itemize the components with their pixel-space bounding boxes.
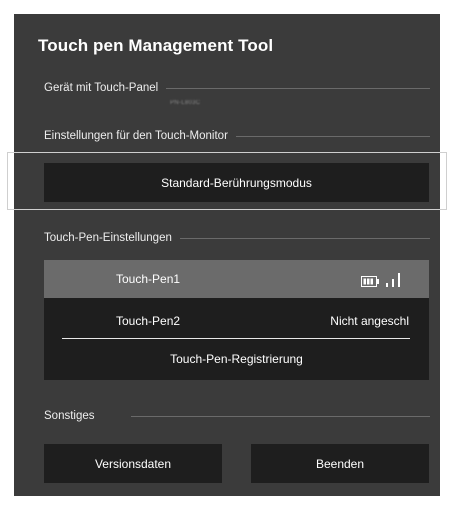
device-section-label: Gerät mit Touch-Panel [44,82,159,94]
pen-status: Nicht angeschl [330,314,409,328]
pen-row-2[interactable]: Touch-Pen2 Nicht angeschl [44,302,429,340]
pen-settings-label: Touch-Pen-Einstellungen [44,232,172,244]
section-monitor-settings: Einstellungen für den Touch-Monitor [44,130,430,142]
battery-icon [361,276,379,287]
app-title: Touch pen Management Tool [38,36,274,55]
misc-label: Sonstiges [44,410,95,422]
exit-button[interactable]: Beenden [251,444,429,483]
pen-name: Touch-Pen2 [116,314,181,328]
standard-touch-mode-button[interactable]: Standard-Berührungsmodus [44,163,429,202]
section-divider [235,135,430,137]
pen-status-icons [361,271,403,287]
version-info-button[interactable]: Versionsdaten [44,444,222,483]
section-divider [179,237,430,239]
pen-list-divider [62,338,410,339]
pen-list: Touch-Pen1 Touch-Pen2 Nicht angeschl Tou… [44,260,429,380]
section-divider [130,415,430,417]
pen-registration-button[interactable]: Touch-Pen-Registrierung [44,340,429,378]
pen-name: Touch-Pen1 [116,272,181,286]
section-pen-settings: Touch-Pen-Einstellungen [44,232,430,244]
section-device: Gerät mit Touch-Panel [44,82,430,94]
pen-row-1[interactable]: Touch-Pen1 [44,260,429,298]
monitor-settings-label: Einstellungen für den Touch-Monitor [44,130,228,142]
section-divider [166,87,430,89]
signal-bars-icon [386,273,400,287]
section-misc: Sonstiges [44,410,430,422]
device-name: PN-L803C [170,100,201,106]
